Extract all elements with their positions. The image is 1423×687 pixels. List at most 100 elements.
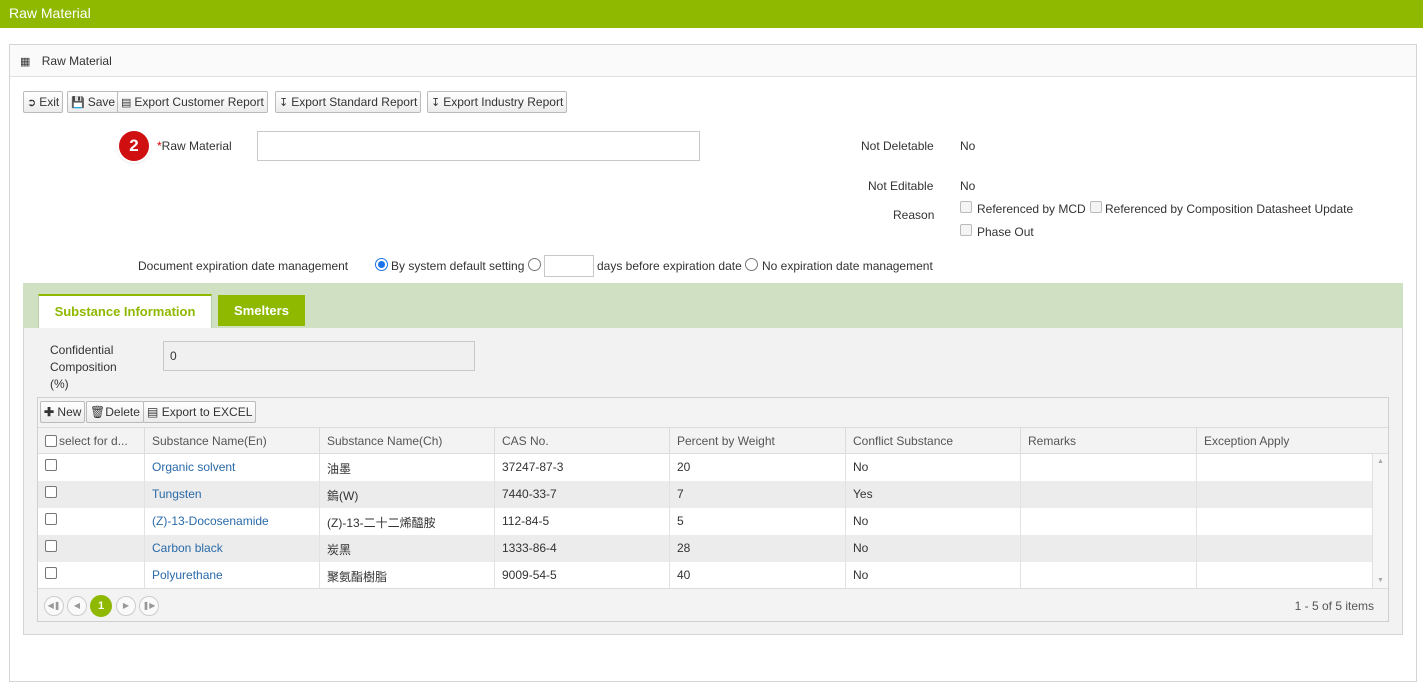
cell-cas-no: 37247-87-3: [494, 454, 669, 481]
cell-exception-apply: [1196, 508, 1372, 535]
export-standard-report-button[interactable]: ↧ Export Standard Report: [275, 91, 422, 113]
expiration-default-radio[interactable]: [375, 258, 388, 271]
cell-select: [38, 508, 144, 535]
column-header[interactable]: Percent by Weight: [669, 428, 845, 454]
cell-conflict-substance: No: [845, 508, 1020, 535]
export-customer-report-button[interactable]: ▤ Export Customer Report: [117, 91, 268, 113]
row-select-checkbox[interactable]: [45, 567, 57, 579]
cell-substance-name-en[interactable]: Polyurethane: [144, 562, 319, 589]
cell-substance-name-ch: 鎢(W): [319, 481, 494, 508]
save-icon: 💾: [71, 97, 85, 109]
cell-percent-by-weight: 7: [669, 481, 845, 508]
excel-icon: ▤: [147, 405, 159, 419]
tab-smelters[interactable]: Smelters: [218, 295, 305, 326]
row-select-checkbox[interactable]: [45, 540, 57, 552]
column-header[interactable]: Substance Name(En): [144, 428, 319, 454]
new-button[interactable]: ✚ New: [40, 401, 86, 423]
select-all-checkbox[interactable]: [45, 435, 57, 447]
export-industry-report-button[interactable]: ↧ Export Industry Report: [427, 91, 568, 113]
table-row[interactable]: Tungsten 鎢(W) 7440-33-7 7 Yes: [38, 481, 1372, 508]
reason-label: Reason: [893, 208, 935, 222]
expiration-none-label: No expiration date management: [762, 259, 933, 273]
reason-phase-out-checkbox[interactable]: [960, 224, 972, 236]
grid-toolbar: ✚ New 🗑Delete ▤ Export to EXCEL: [38, 398, 1388, 428]
panel-title: Raw Material: [41, 54, 112, 68]
next-page-icon[interactable]: ▶: [116, 596, 136, 616]
expiration-days-label: days before expiration date: [597, 259, 742, 273]
raw-material-input[interactable]: [257, 131, 700, 161]
row-select-checkbox[interactable]: [45, 513, 57, 525]
current-page-button[interactable]: 1: [90, 595, 112, 617]
save-button[interactable]: 💾 Save: [67, 91, 120, 113]
confidential-composition-label: Confidential Composition (%): [50, 343, 117, 391]
cell-substance-name-en[interactable]: Tungsten: [144, 481, 319, 508]
exit-button[interactable]: ➲ Exit: [23, 91, 64, 113]
cell-conflict-substance: No: [845, 535, 1020, 562]
reason-mcd-label: Referenced by MCD: [977, 202, 1086, 216]
reason-phase-out-label: Phase Out: [977, 225, 1034, 239]
column-header[interactable]: Remarks: [1020, 428, 1196, 454]
cell-exception-apply: [1196, 454, 1372, 481]
column-header[interactable]: Conflict Substance: [845, 428, 1020, 454]
cell-exception-apply: [1196, 481, 1372, 508]
not-editable-value: No: [960, 179, 976, 193]
select-all-header[interactable]: select for d...: [38, 428, 144, 454]
grid-scrollbar[interactable]: ▲ ▼: [1372, 454, 1388, 588]
export-excel-button[interactable]: ▤ Export to EXCEL: [143, 401, 257, 423]
expiration-label: Document expiration date management: [138, 259, 349, 273]
trash-icon: 🗑: [90, 405, 106, 419]
expiration-days-input[interactable]: [544, 255, 594, 277]
cell-remarks: [1020, 535, 1196, 562]
reason-composition-checkbox[interactable]: [1090, 201, 1102, 213]
cell-percent-by-weight: 5: [669, 508, 845, 535]
window-title: Raw Material: [0, 0, 1423, 28]
confidential-composition-input[interactable]: 0: [163, 341, 475, 371]
scroll-down-icon[interactable]: ▼: [1373, 577, 1388, 584]
cell-cas-no: 112-84-5: [494, 508, 669, 535]
cell-substance-name-en[interactable]: (Z)-13-Docosenamide: [144, 508, 319, 535]
delete-button[interactable]: 🗑Delete: [86, 401, 144, 423]
column-header[interactable]: Exception Apply: [1196, 428, 1372, 454]
reason-mcd-checkbox[interactable]: [960, 201, 972, 213]
cell-substance-name-ch: 炭黑: [319, 535, 494, 562]
cell-substance-name-ch: 油墨: [319, 454, 494, 481]
cell-percent-by-weight: 40: [669, 562, 845, 589]
last-page-icon[interactable]: ❚▶: [139, 596, 159, 616]
scroll-up-icon[interactable]: ▲: [1373, 458, 1388, 465]
prev-page-icon[interactable]: ◀: [67, 596, 87, 616]
tab-substance-information[interactable]: Substance Information: [38, 294, 212, 328]
cell-percent-by-weight: 28: [669, 535, 845, 562]
expiration-none-radio[interactable]: [745, 258, 758, 271]
grid-pager: ◀❚ ◀ 1 ▶ ❚▶ 1 - 5 of 5 items: [38, 588, 1388, 621]
cell-conflict-substance: No: [845, 562, 1020, 589]
cell-select: [38, 454, 144, 481]
cell-cas-no: 1333-86-4: [494, 535, 669, 562]
table-row[interactable]: Organic solvent 油墨 37247-87-3 20 No: [38, 454, 1372, 481]
cell-remarks: [1020, 562, 1196, 589]
cell-cas-no: 9009-54-5: [494, 562, 669, 589]
cell-conflict-substance: No: [845, 454, 1020, 481]
panel-header: ▦ Raw Material: [10, 45, 1416, 77]
expiration-days-radio[interactable]: [528, 258, 541, 271]
pager-summary: 1 - 5 of 5 items: [1294, 599, 1374, 613]
column-header[interactable]: CAS No.: [494, 428, 669, 454]
plus-icon: ✚: [44, 405, 55, 419]
exit-icon: ➲: [27, 97, 37, 109]
row-select-checkbox[interactable]: [45, 459, 57, 471]
cell-substance-name-en[interactable]: Organic solvent: [144, 454, 319, 481]
download-icon: ↧: [279, 97, 289, 109]
cell-remarks: [1020, 481, 1196, 508]
cell-substance-name-en[interactable]: Carbon black: [144, 535, 319, 562]
first-page-icon[interactable]: ◀❚: [44, 596, 64, 616]
table-row[interactable]: Carbon black 炭黑 1333-86-4 28 No: [38, 535, 1372, 562]
substance-grid: ✚ New 🗑Delete ▤ Export to EXCEL select f…: [37, 397, 1389, 622]
cell-cas-no: 7440-33-7: [494, 481, 669, 508]
excel-icon: ▤: [121, 97, 132, 109]
row-select-checkbox[interactable]: [45, 486, 57, 498]
column-header[interactable]: Substance Name(Ch): [319, 428, 494, 454]
not-deletable-value: No: [960, 139, 976, 153]
cell-select: [38, 481, 144, 508]
table-row[interactable]: Polyurethane 聚氨酯樹脂 9009-54-5 40 No: [38, 562, 1372, 589]
table-row[interactable]: (Z)-13-Docosenamide (Z)-13-二十二烯醯胺 112-84-5…: [38, 508, 1372, 535]
cell-remarks: [1020, 454, 1196, 481]
